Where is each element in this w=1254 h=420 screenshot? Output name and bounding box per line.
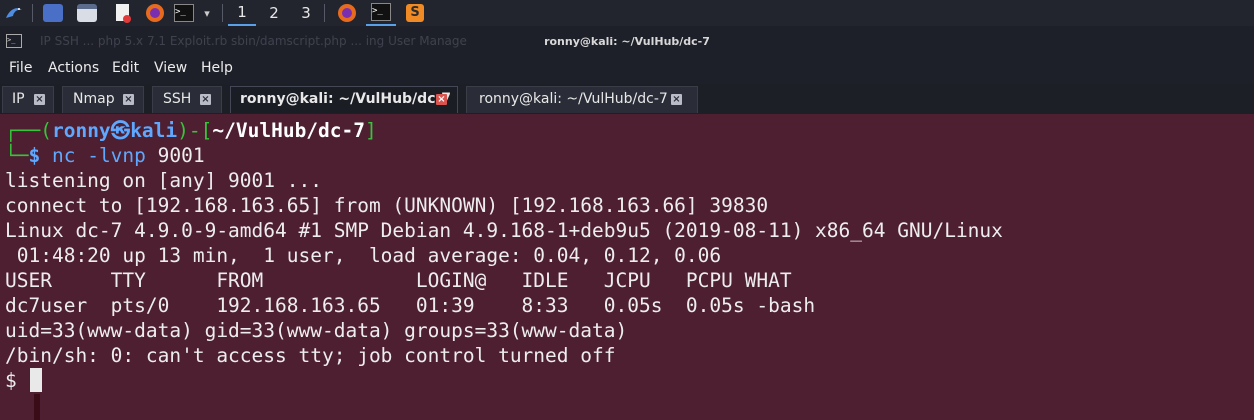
command-text: nc -lvnp [51, 144, 146, 167]
tab-ip-label: IP [12, 91, 25, 107]
prompt-open: ┌──( [5, 119, 52, 142]
desktop-icon[interactable] [38, 0, 68, 26]
workspace-3[interactable]: 3 [292, 0, 320, 26]
menu-edit[interactable]: Edit [112, 60, 139, 76]
workspace-2[interactable]: 2 [260, 0, 288, 26]
prompt-path: ~/VulHub/dc-7 [212, 119, 366, 142]
workspace-2-label: 2 [269, 4, 279, 22]
tab-bar: IP × Nmap × SSH × ronny@kali: ~/VulHub/d… [0, 84, 1254, 114]
tab-dc7-close-icon[interactable]: × [671, 94, 682, 105]
tab-dc7-label: ronny@kali: ~/VulHub/dc-7 [479, 91, 668, 107]
terminal-window-icon[interactable]: >_ [366, 0, 396, 26]
tab-dc7-active-label: ronny@kali: ~/VulHub/dc-7 [240, 91, 452, 107]
tab-dc7[interactable]: ronny@kali: ~/VulHub/dc-7 × [466, 86, 698, 113]
terminal-icon[interactable]: >_ [172, 0, 196, 26]
prompt-line-1: ┌──(ronny㉿kali)-[~/VulHub/dc-7] [5, 118, 377, 143]
workspace-3-label: 3 [301, 4, 311, 22]
terminal-output[interactable]: ┌──(ronny㉿kali)-[~/VulHub/dc-7] └─$ nc -… [0, 114, 1254, 420]
output-line: uid=33(www-data) gid=33(www-data) groups… [5, 319, 628, 342]
workspace-1[interactable]: 1 [228, 0, 256, 26]
kali-dragon-icon[interactable] [0, 0, 28, 26]
menu-help[interactable]: Help [201, 60, 233, 76]
tab-dc7-active-close-icon[interactable]: × [436, 94, 447, 105]
tab-ssh-label: SSH [163, 91, 192, 107]
tab-dc7-active[interactable]: ronny@kali: ~/VulHub/dc-7 × [230, 86, 458, 113]
menu-actions[interactable]: Actions [48, 60, 99, 76]
output-line: connect to [192.168.163.65] from (UNKNOW… [5, 194, 769, 217]
tab-nmap[interactable]: Nmap × [62, 86, 144, 113]
shell-prompt-line: $ [5, 369, 29, 392]
decorative-bar [34, 394, 40, 420]
output-line: 01:48:20 up 13 min, 1 user, load average… [5, 244, 722, 267]
tab-nmap-close-icon[interactable]: × [123, 94, 134, 105]
window-title: ronny@kali: ~/VulHub/dc-7 [544, 35, 710, 48]
command-arg: 9001 [157, 144, 205, 167]
tab-ip[interactable]: IP × [2, 86, 54, 113]
prompt-corner: └─ [5, 144, 29, 167]
dropdown-icon[interactable]: ▾ [198, 0, 216, 26]
output-line: Linux dc-7 4.9.0-9-amd64 #1 SMP Debian 4… [5, 219, 1003, 242]
sublime-icon[interactable]: S [402, 0, 428, 26]
files-icon[interactable] [72, 0, 102, 26]
firefox-icon[interactable] [140, 0, 170, 26]
prompt-user: ronny [51, 119, 111, 142]
menu-bar: File Actions Edit View Help [0, 56, 1254, 84]
firefox-window-icon[interactable] [332, 0, 362, 26]
taskbar: >_ ▾ 1 2 3 >_ S [0, 0, 1254, 27]
prompt-mid: )-[ [177, 119, 213, 142]
menu-file[interactable]: File [9, 60, 32, 76]
tab-ip-close-icon[interactable]: × [34, 94, 45, 105]
prompt-line-2: └─$ nc -lvnp 9001 [5, 143, 205, 168]
tab-nmap-label: Nmap [73, 91, 115, 107]
prompt-host: kali [130, 119, 178, 142]
menu-view[interactable]: View [154, 60, 187, 76]
tab-ssh[interactable]: SSH × [152, 86, 222, 113]
text-cursor [30, 368, 42, 392]
output-line: dc7user pts/0 192.168.163.65 01:39 8:33 … [5, 294, 816, 317]
tab-ssh-close-icon[interactable]: × [200, 94, 211, 105]
workspace-1-label: 1 [237, 3, 247, 21]
output-line: listening on [any] 9001 ... [5, 169, 322, 192]
prompt-dollar: $ [28, 144, 41, 167]
prompt-at-symbol: ㉿ [110, 119, 131, 142]
output-line: USER TTY FROM LOGIN@ IDLE JCPU PCPU WHAT [5, 269, 792, 292]
prompt-close: ] [365, 119, 377, 142]
output-line: /bin/sh: 0: can't access tty; job contro… [5, 344, 616, 367]
text-editor-icon[interactable] [108, 0, 138, 26]
window-titlebar: >_ IP SSH ... php 5.x 7.1 Exploit.rb sbi… [0, 26, 1254, 56]
